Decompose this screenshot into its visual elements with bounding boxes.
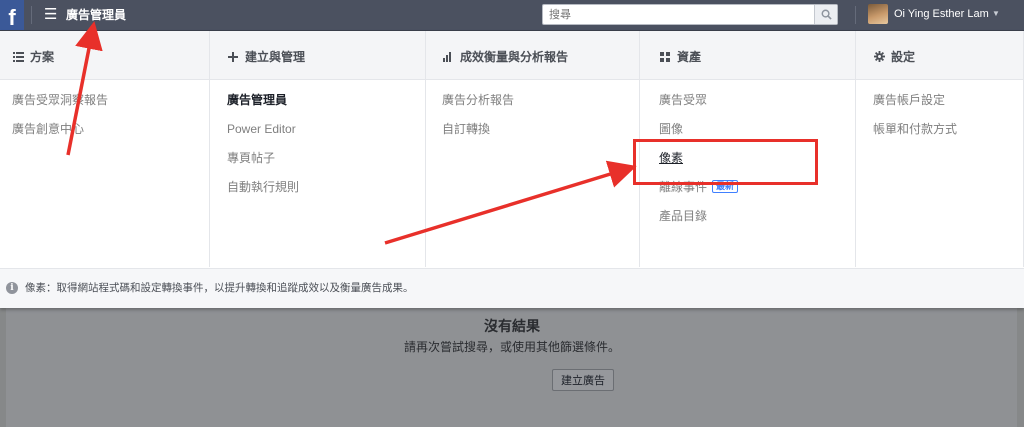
top-divider	[31, 6, 32, 24]
user-name[interactable]: Oi Ying Esther Lam	[894, 7, 989, 22]
menu-column-header: 方案	[12, 48, 54, 65]
search-input[interactable]	[543, 5, 825, 24]
grid-icon	[659, 51, 671, 62]
top-navigation-bar: f ☰ 廣告管理員 Oi Ying Esther Lam ▼	[0, 0, 1024, 31]
bar-chart-icon	[442, 51, 454, 62]
menu-item-audience-insights[interactable]: 廣告受眾洞察報告	[12, 93, 108, 122]
menu-item-custom-conversions[interactable]: 自訂轉換	[442, 122, 514, 151]
top-divider	[855, 6, 856, 24]
gear-icon	[873, 51, 885, 62]
menu-column-title: 設定	[891, 50, 916, 64]
empty-state-subtitle: 請再次嘗試搜尋，或使用其他篩選條件。	[403, 340, 620, 354]
menu-item-automated-rules[interactable]: 自動執行規則	[227, 180, 299, 209]
menu-item-billing[interactable]: 帳單和付款方式	[873, 122, 957, 151]
menu-column-title: 建立與管理	[245, 50, 306, 64]
menu-hint-bar: i 像素：取得網站程式碼和設定轉換事件，以提升轉換和追蹤成效以及衡量廣告成果。	[0, 268, 1024, 308]
menu-column-header: 成效衡量與分析報告	[442, 48, 568, 65]
annotation-highlight-box	[633, 139, 818, 185]
search-box	[542, 4, 838, 25]
menu-column-header: 建立與管理	[227, 48, 305, 65]
magnifier-icon	[821, 9, 832, 20]
menu-column-title: 成效衡量與分析報告	[460, 50, 569, 64]
plus-icon	[227, 51, 239, 62]
list-icon	[12, 51, 24, 62]
info-icon: i	[6, 282, 18, 294]
menu-column-measure-report: 成效衡量與分析報告 廣告分析報告 自訂轉換	[426, 31, 640, 267]
menu-column-title: 資產	[677, 50, 702, 64]
menu-item-ad-account-settings[interactable]: 廣告帳戶設定	[873, 93, 957, 122]
create-ad-button[interactable]: 建立廣告	[552, 369, 614, 391]
hamburger-menu-icon[interactable]: ☰	[44, 6, 57, 24]
menu-item-power-editor[interactable]: Power Editor	[227, 122, 299, 151]
menu-hint-text: 像素：取得網站程式碼和設定轉換事件，以提升轉換和追蹤成效以及衡量廣告成果。	[25, 282, 414, 294]
menu-column-header: 設定	[873, 48, 915, 65]
menu-column-create-manage: 建立與管理 廣告管理員 Power Editor 專頁帖子 自動執行規則	[210, 31, 426, 267]
navigation-mega-menu: 方案 廣告受眾洞察報告 廣告創意中心 建立與管理 廣告管理員 Power Edi…	[0, 31, 1024, 308]
empty-state-title: 沒有結果	[484, 318, 540, 334]
menu-item-page-posts[interactable]: 專頁帖子	[227, 151, 299, 180]
menu-column-plans: 方案 廣告受眾洞察報告 廣告創意中心	[0, 31, 210, 267]
menu-item-analytics[interactable]: 廣告分析報告	[442, 93, 514, 122]
menu-column-settings: 設定 廣告帳戶設定 帳單和付款方式	[856, 31, 1024, 267]
menu-column-header: 資產	[659, 48, 701, 65]
menu-item-product-catalog[interactable]: 產品目錄	[659, 209, 738, 238]
user-avatar[interactable]	[868, 4, 888, 24]
menu-item-creative-hub[interactable]: 廣告創意中心	[12, 122, 108, 151]
facebook-logo-letter: f	[8, 5, 16, 30]
menu-item-ads-manager[interactable]: 廣告管理員	[227, 93, 299, 122]
facebook-logo[interactable]: f	[0, 0, 24, 30]
menu-column-title: 方案	[30, 50, 55, 64]
search-button[interactable]	[814, 5, 837, 24]
chevron-down-icon[interactable]: ▼	[992, 9, 1000, 19]
app-title[interactable]: 廣告管理員	[66, 7, 126, 23]
menu-item-audiences[interactable]: 廣告受眾	[659, 93, 738, 122]
